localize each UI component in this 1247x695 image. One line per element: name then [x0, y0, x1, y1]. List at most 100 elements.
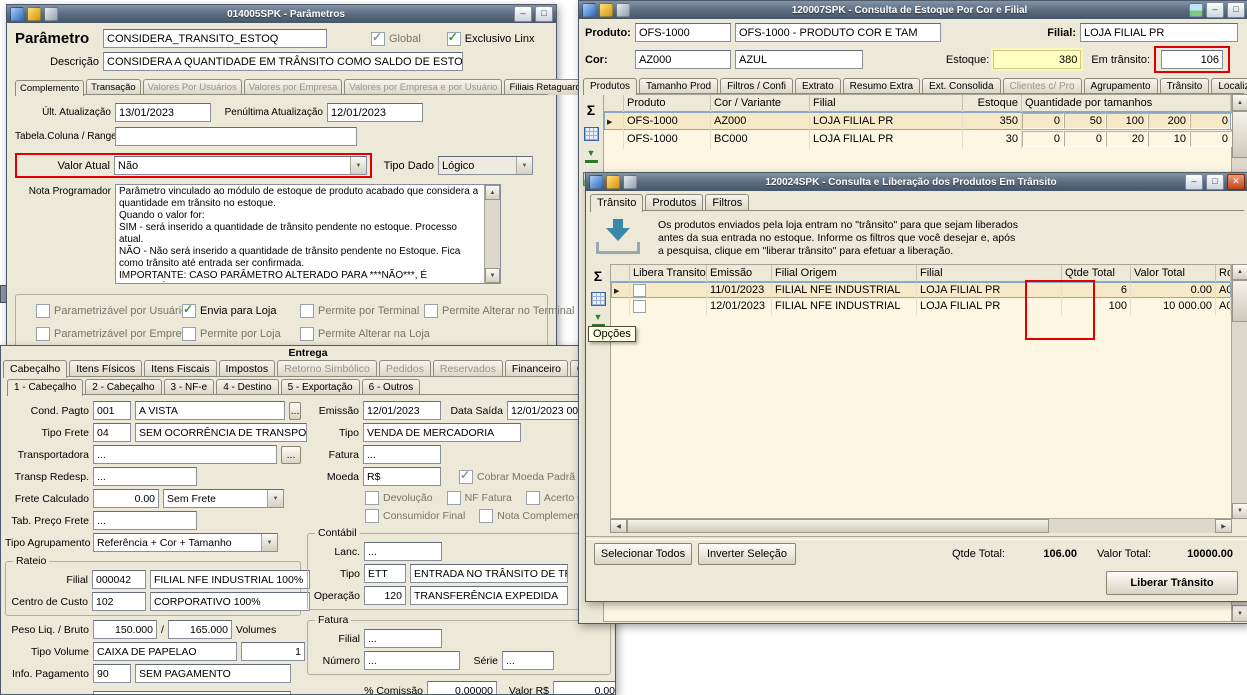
tab-cabecalho[interactable]: Cabeçalho — [3, 360, 67, 378]
subtab-5-exportacao[interactable]: 5 - Exportação — [281, 379, 360, 395]
frete-tipo-dropdown[interactable]: Sem Frete — [163, 489, 284, 508]
moeda-field[interactable]: R$ — [363, 467, 441, 486]
scroll-thumb[interactable] — [1232, 111, 1247, 158]
info-pagamento-desc-field[interactable]: SEM PAGAMENTO — [135, 664, 291, 683]
col-estoque[interactable]: Estoque — [963, 95, 1022, 112]
transportadora-field[interactable]: ... — [93, 445, 277, 464]
centro-custo-code-field[interactable]: 102 — [92, 592, 146, 611]
global-checkbox[interactable]: Global — [371, 32, 421, 46]
cond-pagto-browse-button[interactable]: ... — [289, 402, 301, 420]
parametros-titlebar[interactable]: 014005SPK - Parâmetros – □ — [7, 5, 556, 23]
tipo-frete-desc-field[interactable]: SEM OCORRÊNCIA DE TRANSPORTE — [135, 423, 307, 442]
produto-code-field[interactable]: OFS-1000 — [635, 23, 731, 42]
dropdown-arrow-icon[interactable] — [261, 534, 277, 551]
minimize-button[interactable]: – — [514, 6, 532, 22]
consumidor-final-checkbox[interactable]: Consumidor Final — [365, 509, 465, 523]
grid-icon[interactable] — [591, 292, 606, 306]
maximize-button[interactable]: □ — [1227, 2, 1245, 18]
tab-produtos[interactable]: Produtos — [645, 194, 703, 211]
tipo-contabil-code-field[interactable]: ETT — [364, 564, 406, 583]
scroll-down-icon[interactable] — [1232, 605, 1247, 622]
ult-atualizacao-field[interactable]: 13/01/2023 — [115, 103, 211, 122]
transito-vscroll[interactable] — [1232, 264, 1247, 519]
tipo-field[interactable]: VENDA DE MERCADORIA — [363, 423, 521, 442]
tab-preco-frete-field[interactable]: ... — [93, 511, 197, 530]
col-filial[interactable]: Filial — [810, 95, 963, 112]
col-emissao[interactable]: Emissão — [707, 265, 772, 282]
grid-icon[interactable] — [584, 127, 599, 141]
tipo-frete-code-field[interactable]: 04 — [93, 423, 131, 442]
parametrizavel-empresa-checkbox[interactable]: Parametrizável por Empresa — [36, 327, 182, 341]
libera-checkbox[interactable] — [633, 300, 646, 313]
cor-code-field[interactable]: AZ000 — [635, 50, 731, 69]
envia-para-loja-checkbox[interactable]: Envia para Loja — [182, 304, 300, 318]
operacao-code-field[interactable]: 120 — [364, 586, 406, 605]
peso-bruto-field[interactable]: 165.000 — [168, 620, 232, 639]
parametrizavel-usuario-checkbox[interactable]: Parametrizável por Usuário — [36, 304, 182, 318]
fatura-field[interactable]: ... — [363, 445, 441, 464]
tab-valores-empresa[interactable]: Valores por Empresa — [244, 79, 343, 95]
tab-tamanho-prod[interactable]: Tamanho Prod — [639, 78, 718, 94]
cobrar-moeda-checkbox[interactable]: Cobrar Moeda Padrã — [459, 470, 575, 484]
tabela-coluna-field[interactable] — [115, 127, 357, 146]
transp-redesp-field[interactable]: ... — [93, 467, 197, 486]
produto-desc-field[interactable]: OFS-1000 - PRODUTO COR E TAM — [735, 23, 941, 42]
tab-financeiro[interactable]: Financeiro — [505, 360, 568, 377]
tab-pedidos[interactable]: Pedidos — [379, 360, 431, 377]
tab-ext-consolidado[interactable]: Ext. Consolida — [922, 78, 1000, 94]
tab-clientes-produto[interactable]: Clientes c/ Pro — [1003, 78, 1082, 94]
tipo-dado-dropdown[interactable]: Lógico — [438, 156, 533, 175]
permite-alterar-terminal-checkbox[interactable]: Permite Alterar no Terminal — [424, 304, 574, 318]
libera-transito-cell[interactable] — [630, 297, 707, 315]
tab-complemento[interactable]: Complemento — [15, 80, 84, 96]
col-valor-total[interactable]: Valor Total — [1131, 265, 1216, 282]
nota-scrollbar[interactable] — [484, 185, 500, 283]
libera-checkbox[interactable] — [633, 284, 646, 297]
devolucao-checkbox[interactable]: Devolução — [365, 491, 433, 505]
scroll-down-icon[interactable] — [1232, 503, 1247, 519]
tab-agrupamento[interactable]: Agrupamento — [1084, 78, 1158, 94]
parametro-field[interactable]: CONSIDERA_TRANSITO_ESTOQ — [103, 29, 327, 48]
dropdown-arrow-icon[interactable] — [267, 490, 283, 507]
acerto-checkbox[interactable]: Acerto C — [526, 491, 585, 505]
subtab-4-destino[interactable]: 4 - Destino — [216, 379, 278, 395]
scroll-thumb[interactable] — [1232, 280, 1247, 322]
tab-transito[interactable]: Trânsito — [590, 194, 643, 212]
representante-field[interactable]: GERENTE — [93, 691, 291, 695]
nf-fatura-checkbox[interactable]: NF Fatura — [447, 491, 512, 505]
estoque-row-1[interactable]: OFS-1000 AZ000 LOJA FILIAL PR 350 0 50 1… — [604, 112, 1231, 130]
numero-field[interactable]: ... — [364, 651, 460, 670]
volumes-field[interactable]: 1 — [241, 642, 305, 661]
tab-produtos[interactable]: Produtos — [583, 78, 637, 95]
minimize-button[interactable]: – — [1206, 2, 1224, 18]
cond-pagto-code-field[interactable]: 001 — [93, 401, 131, 420]
tab-itens-fisicos[interactable]: Itens Físicos — [69, 360, 142, 377]
scroll-up-icon[interactable] — [1232, 264, 1247, 280]
inverter-selecao-button[interactable]: Inverter Seleção — [698, 543, 796, 565]
scroll-right-icon[interactable] — [1215, 519, 1232, 533]
col-filial[interactable]: Filial — [917, 265, 1062, 282]
filial-field[interactable]: LOJA FILIAL PR — [1080, 23, 1238, 42]
maximize-button[interactable]: □ — [1206, 174, 1224, 190]
lanc-field[interactable]: ... — [364, 542, 442, 561]
cor-desc-field[interactable]: AZUL — [735, 50, 863, 69]
col-filial-origem[interactable]: Filial Origem — [772, 265, 917, 282]
liberar-transito-button[interactable]: Liberar Trânsito — [1106, 571, 1238, 595]
tab-transito[interactable]: Trânsito — [1160, 78, 1210, 94]
peso-liq-field[interactable]: 150.000 — [93, 620, 157, 639]
subtab-2-cabecalho[interactable]: 2 - Cabeçalho — [85, 379, 161, 395]
exclusivo-linx-checkbox[interactable]: Exclusivo Linx — [447, 32, 535, 46]
tab-resumo-extrato[interactable]: Resumo Extra — [843, 78, 920, 94]
scroll-left-icon[interactable] — [610, 519, 627, 533]
subtab-6-outros[interactable]: 6 - Outros — [362, 379, 420, 395]
col-quantidade-tamanhos[interactable]: Quantidade por tamanhos — [1022, 95, 1231, 112]
rateio-filial-desc-field[interactable]: FILIAL NFE INDUSTRIAL 100% — [150, 570, 310, 589]
transito-row-1[interactable]: 11/01/2023 FILIAL NFE INDUSTRIAL LOJA FI… — [611, 282, 1231, 298]
fatura-filial-field[interactable]: ... — [364, 629, 442, 648]
tab-valores-usuario[interactable]: Valores Por Usuários — [143, 79, 242, 95]
transportadora-browse-button[interactable]: ... — [281, 446, 301, 464]
info-pagamento-code-field[interactable]: 90 — [93, 664, 131, 683]
transito-hscroll[interactable] — [610, 519, 1232, 533]
col-libera-transito[interactable]: Libera Transito — [630, 265, 707, 282]
tab-transacao[interactable]: Transação — [86, 79, 141, 95]
